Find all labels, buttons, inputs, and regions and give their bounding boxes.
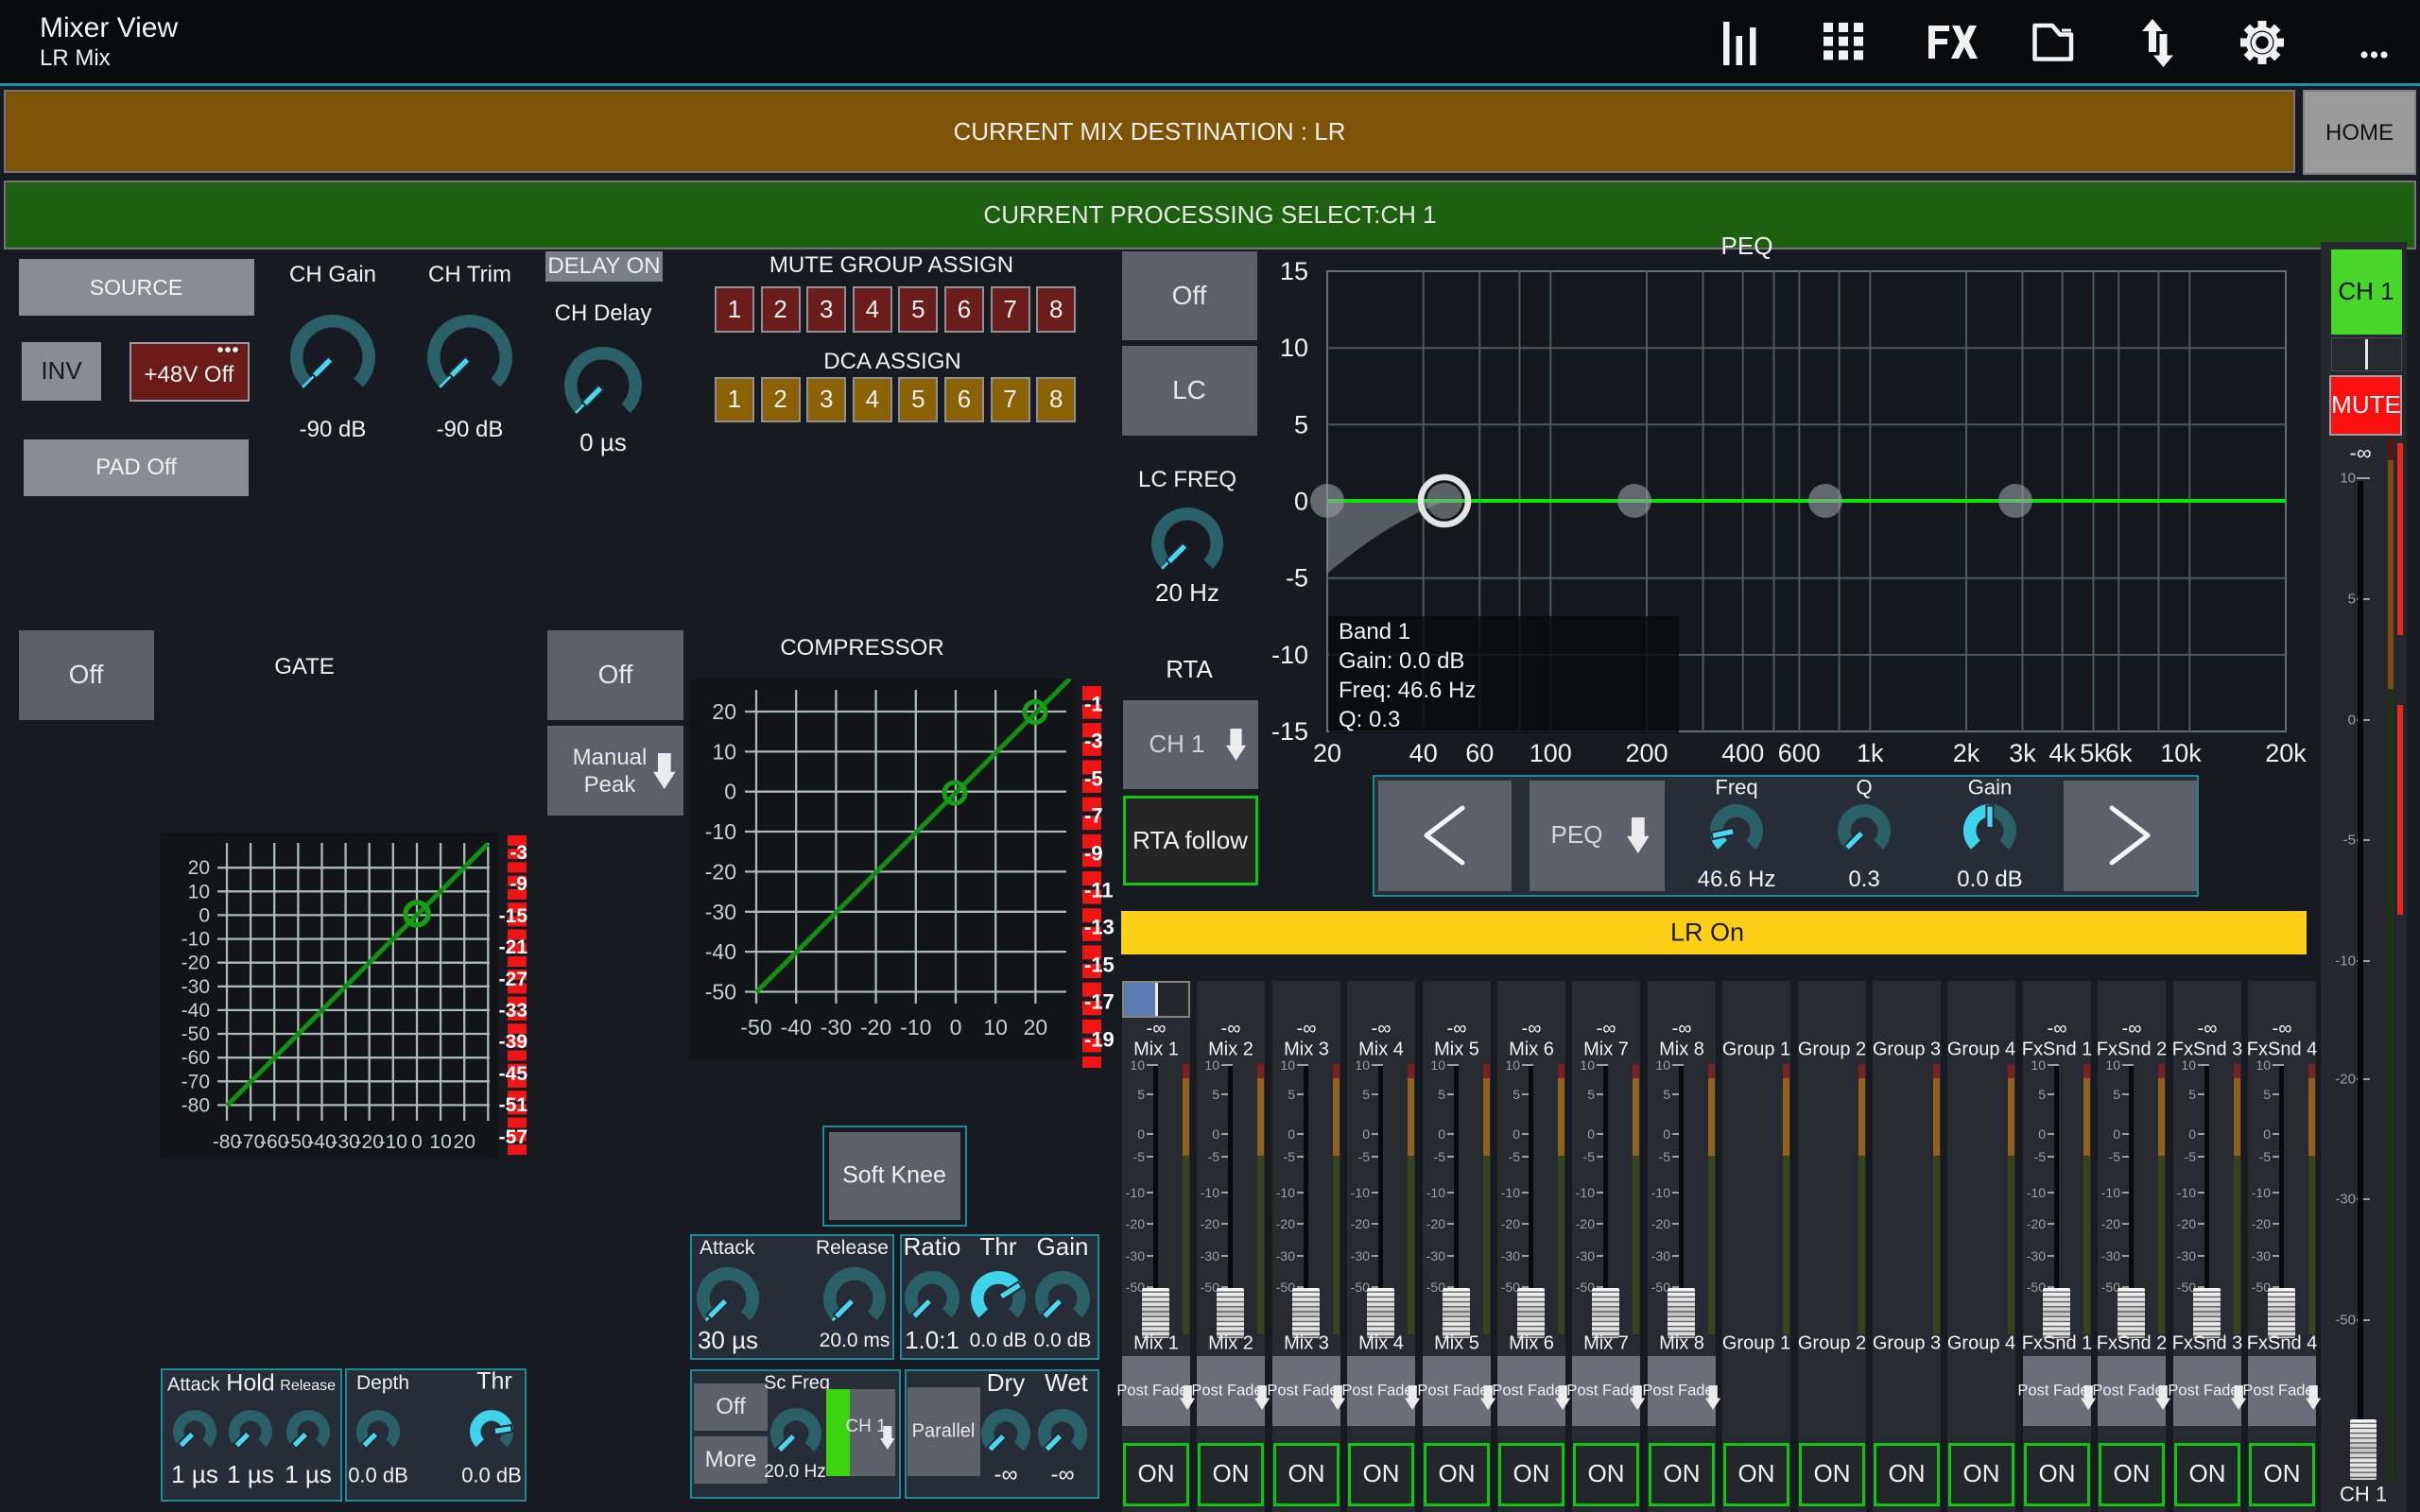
svg-text:-10: -10 (705, 819, 736, 844)
svg-text:10: 10 (712, 739, 736, 764)
svg-text:-20: -20 (705, 859, 736, 884)
svg-text:0: 0 (411, 1131, 423, 1153)
svg-text:-60: -60 (182, 1047, 210, 1069)
svg-text:-5: -5 (1286, 564, 1308, 593)
svg-text:Band 1: Band 1 (1339, 619, 1410, 644)
svg-text:400: 400 (1721, 739, 1764, 767)
svg-text:600: 600 (1778, 739, 1821, 767)
svg-text:20: 20 (1024, 1015, 1048, 1040)
svg-text:4k: 4k (2048, 739, 2076, 767)
svg-text:5: 5 (1294, 410, 1308, 438)
svg-text:10: 10 (1280, 334, 1308, 362)
svg-text:20: 20 (712, 699, 736, 724)
svg-text:0: 0 (950, 1015, 962, 1040)
svg-text:10k: 10k (2160, 739, 2202, 767)
svg-text:200: 200 (1625, 739, 1668, 767)
svg-text:20: 20 (188, 857, 210, 879)
svg-text:-15: -15 (1271, 717, 1308, 746)
svg-text:-40: -40 (705, 939, 736, 964)
svg-text:-40: -40 (781, 1015, 812, 1040)
svg-text:10: 10 (429, 1131, 451, 1153)
svg-text:2k: 2k (1953, 739, 1980, 767)
svg-text:100: 100 (1530, 739, 1572, 767)
svg-text:20: 20 (454, 1131, 475, 1153)
svg-text:15: 15 (1280, 262, 1308, 285)
svg-text:-20: -20 (182, 953, 210, 974)
svg-text:0: 0 (1294, 488, 1308, 516)
svg-text:-50: -50 (705, 980, 736, 1005)
svg-text:6k: 6k (2105, 739, 2133, 767)
svg-text:-50: -50 (740, 1015, 771, 1040)
svg-text:1k: 1k (1857, 739, 1884, 767)
svg-text:-30: -30 (705, 900, 736, 924)
svg-text:60: 60 (1465, 739, 1494, 767)
svg-text:-10: -10 (182, 929, 210, 951)
svg-text:-70: -70 (182, 1071, 210, 1092)
svg-text:20k: 20k (2265, 739, 2307, 767)
svg-text:Freq: 46.6 Hz: Freq: 46.6 Hz (1339, 678, 1476, 703)
svg-text:Q: 0.3: Q: 0.3 (1339, 707, 1400, 732)
svg-text:-10: -10 (900, 1015, 931, 1040)
svg-text:-10: -10 (1271, 641, 1308, 669)
svg-text:-20: -20 (860, 1015, 891, 1040)
svg-text:-40: -40 (182, 1000, 210, 1022)
svg-text:20: 20 (1313, 739, 1341, 767)
svg-text:40: 40 (1409, 739, 1438, 767)
svg-text:10: 10 (983, 1015, 1008, 1040)
svg-text:Gain: 0.0 dB: Gain: 0.0 dB (1339, 648, 1464, 674)
svg-text:-10: -10 (379, 1131, 407, 1153)
svg-text:-30: -30 (821, 1015, 852, 1040)
svg-text:0: 0 (199, 904, 210, 926)
svg-text:-30: -30 (182, 976, 210, 998)
svg-text:5k: 5k (2080, 739, 2107, 767)
svg-text:-80: -80 (182, 1094, 210, 1116)
svg-text:0: 0 (724, 780, 736, 804)
svg-text:-50: -50 (182, 1023, 210, 1045)
svg-text:3k: 3k (2009, 739, 2036, 767)
svg-text:10: 10 (188, 881, 210, 902)
